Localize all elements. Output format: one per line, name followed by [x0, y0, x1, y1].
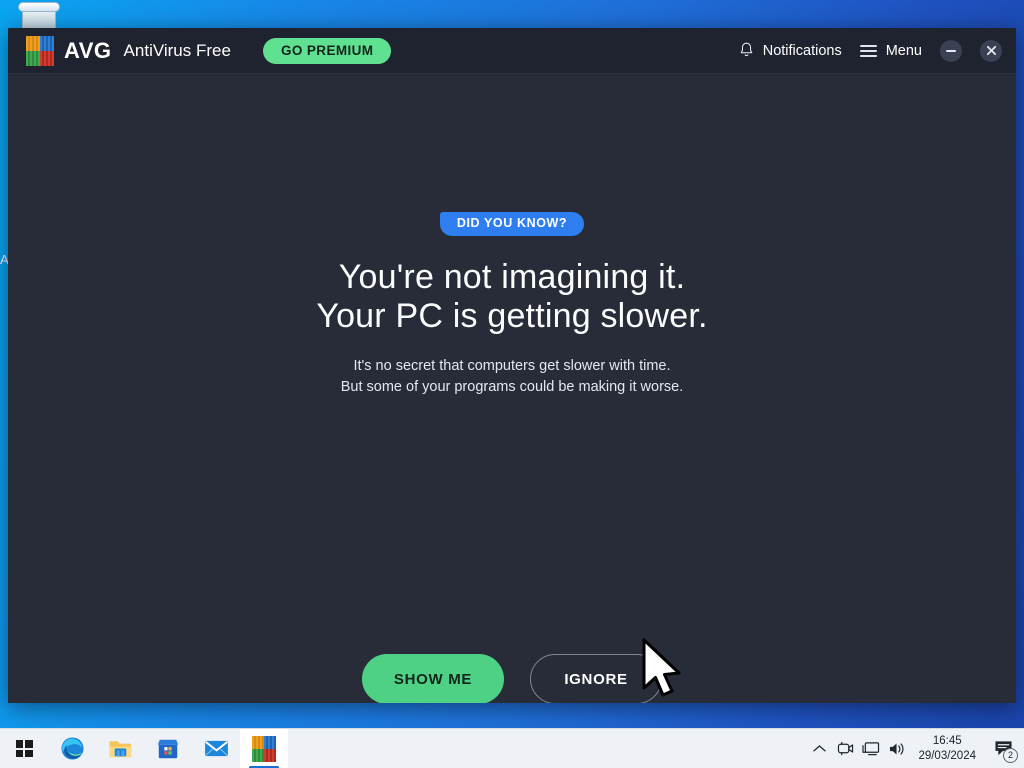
- taskbar-item-avg[interactable]: [240, 728, 288, 768]
- notifications-button[interactable]: Notifications: [739, 42, 842, 59]
- avg-logo-quadrant-green: [26, 50, 40, 66]
- menu-button[interactable]: Menu: [859, 42, 922, 59]
- tray-overflow-button[interactable]: [806, 729, 832, 768]
- tray-network-button[interactable]: [858, 729, 884, 768]
- tray-camera-button[interactable]: [832, 729, 858, 768]
- avg-logo-quadrant-red: [40, 50, 54, 66]
- ignore-button[interactable]: IGNORE: [530, 654, 662, 703]
- file-explorer-icon: [108, 740, 132, 757]
- taskbar-item-mail[interactable]: [192, 729, 240, 768]
- window-content: DID YOU KNOW? You're not imagining it. Y…: [8, 74, 1016, 703]
- desktop: A AVG AntiVirus Free GO PREMIUM Notifica…: [0, 0, 1024, 768]
- titlebar-left-group: AVG AntiVirus Free GO PREMIUM: [26, 35, 392, 66]
- action-center-button[interactable]: 2: [986, 729, 1020, 768]
- page-subtitle: It's no secret that computers get slower…: [341, 356, 684, 399]
- hamburger-icon: [859, 44, 877, 57]
- bell-icon: [740, 42, 753, 57]
- tray-volume-button[interactable]: [884, 729, 910, 768]
- menu-label: Menu: [885, 42, 922, 59]
- subtitle-line-1: It's no secret that computers get slower…: [353, 358, 671, 375]
- taskbar-apps: [0, 728, 288, 768]
- did-you-know-badge: DID YOU KNOW?: [439, 212, 585, 236]
- close-button[interactable]: [980, 39, 1002, 62]
- taskbar-item-microsoft-store[interactable]: [144, 729, 192, 768]
- go-premium-button[interactable]: GO PREMIUM: [262, 37, 392, 64]
- taskbar-item-edge[interactable]: [48, 729, 96, 768]
- clock-time: 16:45: [932, 734, 962, 747]
- mail-icon: [204, 740, 228, 757]
- network-icon: [862, 741, 880, 755]
- subtitle-line-2: But some of your programs could be makin…: [340, 379, 684, 396]
- clock-date: 29/03/2024: [918, 749, 976, 762]
- titlebar-right-group: Notifications Menu: [739, 39, 1002, 62]
- avg-taskbar-icon: [252, 735, 276, 762]
- minimize-button[interactable]: [940, 39, 962, 62]
- headline-line-1: You're not imagining it.: [338, 257, 686, 296]
- show-me-button[interactable]: SHOW ME: [362, 654, 504, 703]
- chevron-up-icon: [813, 745, 826, 752]
- microsoft-store-icon: [157, 739, 179, 758]
- window-titlebar: AVG AntiVirus Free GO PREMIUM Notificati…: [8, 28, 1016, 74]
- windows-start-icon: [15, 740, 33, 757]
- recycle-bin-lid: [18, 2, 60, 12]
- system-tray: 16:45 29/03/2024 2: [806, 729, 1024, 768]
- camera-icon: [837, 741, 854, 756]
- minimize-icon: [946, 49, 956, 52]
- avg-logo-icon: [26, 35, 54, 66]
- start-button[interactable]: [0, 729, 48, 768]
- notifications-label: Notifications: [762, 42, 842, 59]
- taskbar: 16:45 29/03/2024 2: [0, 728, 1024, 768]
- action-buttons-row: SHOW ME IGNORE: [8, 654, 1016, 703]
- avg-logo-quadrant-orange: [26, 35, 40, 51]
- page-title: You're not imagining it. Your PC is gett…: [316, 258, 707, 338]
- taskbar-item-file-explorer[interactable]: [96, 729, 144, 768]
- product-name: AntiVirus Free: [123, 40, 231, 60]
- volume-icon: [890, 742, 904, 755]
- avg-logo-quadrant-blue: [40, 35, 54, 51]
- brand-name: AVG: [64, 37, 112, 63]
- clock[interactable]: 16:45 29/03/2024: [910, 729, 986, 768]
- avg-antivirus-window: AVG AntiVirus Free GO PREMIUM Notificati…: [8, 28, 1016, 703]
- close-icon: [986, 45, 996, 56]
- notification-count-badge: 2: [1003, 747, 1018, 763]
- edge-icon: [60, 737, 84, 760]
- headline-line-2: Your PC is getting slower.: [316, 297, 708, 336]
